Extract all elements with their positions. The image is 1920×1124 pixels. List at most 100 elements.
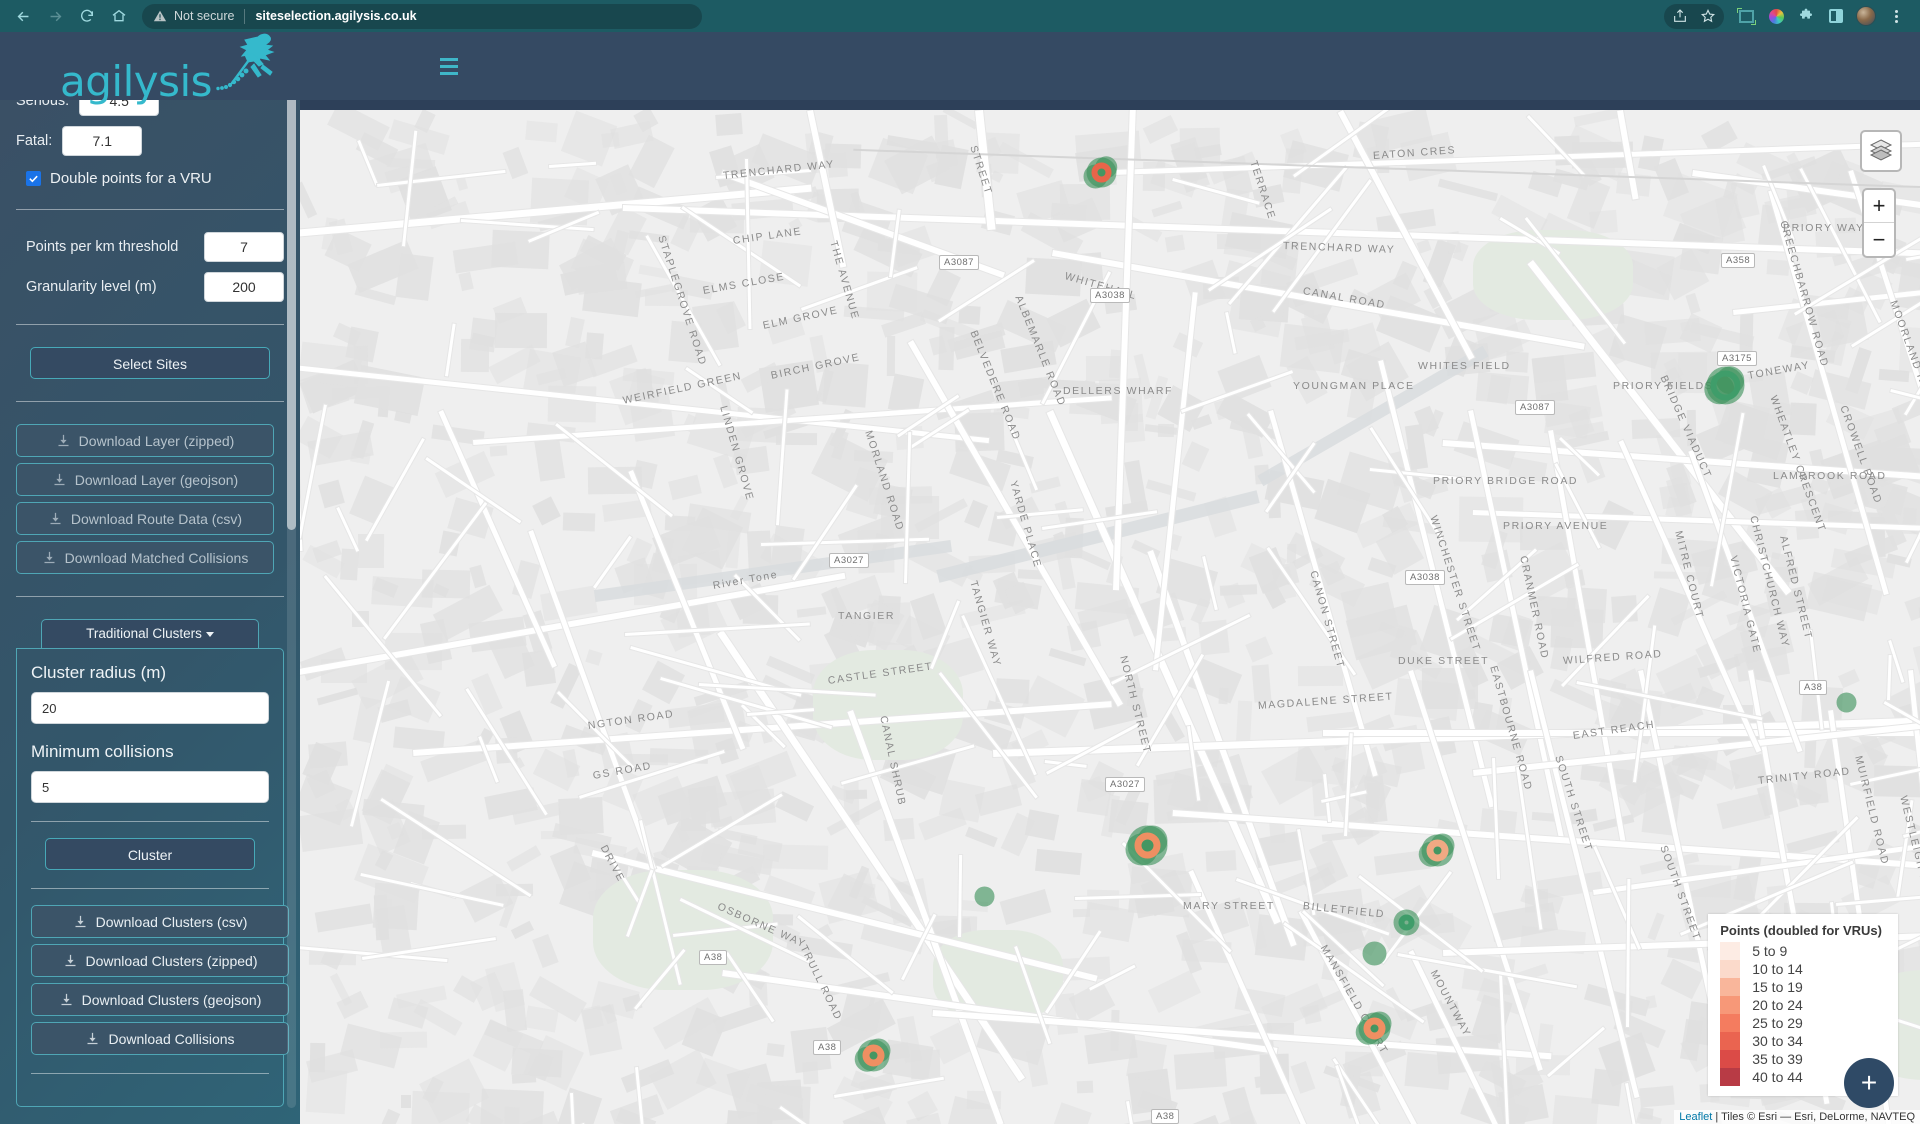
cluster-button[interactable]: Cluster xyxy=(45,838,255,870)
map-building xyxy=(845,790,868,800)
map-route-shield: A38 xyxy=(813,1040,842,1055)
cluster-type-dropdown[interactable]: Traditional Clusters xyxy=(41,619,259,649)
map-building xyxy=(1551,1094,1600,1124)
map-building xyxy=(374,1108,401,1124)
map-building xyxy=(1303,309,1315,318)
vru-checkbox[interactable] xyxy=(26,171,41,186)
map-building xyxy=(802,1061,819,1085)
map-building xyxy=(1661,958,1705,999)
profile-avatar[interactable] xyxy=(1852,3,1880,29)
minimum-collisions-label: Minimum collisions xyxy=(31,742,174,761)
map-building xyxy=(539,585,598,622)
map-road-label: PRIORY BRIDGE ROAD xyxy=(1433,475,1579,487)
points-threshold-input[interactable] xyxy=(204,232,284,262)
download-button-label: Download Layer (geojson) xyxy=(74,471,239,488)
screen-capture-icon[interactable] xyxy=(1732,3,1760,29)
cluster-settings-panel: Cluster radius (m) Minimum collisions Cl… xyxy=(16,648,289,1107)
layer-download-buttons: Download Layer (zipped) Download Layer (g… xyxy=(16,424,284,574)
attribution-text: | Tiles © Esri — Esri, DeLorme, NAVTEQ xyxy=(1712,1111,1915,1123)
vru-checkbox-row[interactable]: Double points for a VRU xyxy=(26,170,284,187)
map-building xyxy=(1269,822,1286,843)
map-building xyxy=(1904,593,1920,621)
reload-button[interactable] xyxy=(72,3,102,29)
legend-swatch xyxy=(1720,978,1741,996)
legend-swatch xyxy=(1720,942,1741,960)
hamburger-menu-icon[interactable] xyxy=(440,57,459,75)
color-wheel-icon[interactable] xyxy=(1762,3,1790,29)
browser-nav-buttons xyxy=(8,3,134,29)
download-button-1[interactable]: Download Layer (geojson) xyxy=(16,463,274,496)
map-road-label: PRIORY WAY xyxy=(1783,222,1865,234)
add-button[interactable]: + xyxy=(1844,1058,1894,1108)
map-cluster-marker[interactable] xyxy=(1393,909,1419,935)
map-building xyxy=(688,785,721,826)
map-building xyxy=(1679,232,1724,275)
address-bar[interactable]: Not secure siteselection.agilysis.co.uk xyxy=(142,3,702,29)
brand-logo[interactable]: agilysis xyxy=(60,31,292,102)
download-button-2[interactable]: Download Route Data (csv) xyxy=(16,502,274,535)
divider-2 xyxy=(16,324,284,325)
map-road-label: MAGDALENE STREET xyxy=(1257,690,1394,712)
map-cluster-marker[interactable] xyxy=(1355,1011,1391,1045)
download-button-1[interactable]: Download Clusters (zipped) xyxy=(31,944,289,977)
download-button-3[interactable]: Download Collisions xyxy=(31,1022,289,1055)
download-button-0[interactable]: Download Layer (zipped) xyxy=(16,424,274,457)
legend-swatch xyxy=(1720,1014,1741,1032)
map-building xyxy=(1142,114,1178,144)
map-container[interactable]: TRENCHARD WAY CHIP LANE STAPLEGROVE ROAD TH… xyxy=(291,110,1920,1124)
star-icon[interactable] xyxy=(1694,3,1722,29)
forward-button[interactable] xyxy=(40,3,70,29)
map-building xyxy=(1124,459,1147,507)
map-building xyxy=(886,335,896,376)
map-building xyxy=(1685,292,1701,314)
map-building xyxy=(1644,318,1701,346)
leaflet-link[interactable]: Leaflet xyxy=(1679,1111,1712,1123)
map-road xyxy=(1887,655,1892,701)
zoom-out-button[interactable]: − xyxy=(1864,223,1894,256)
map-cluster-marker[interactable] xyxy=(974,886,994,906)
back-button[interactable] xyxy=(8,3,38,29)
download-button-label: Download Layer (zipped) xyxy=(78,432,235,449)
map-cluster-marker[interactable] xyxy=(1083,155,1118,188)
minimum-collisions-input[interactable] xyxy=(31,771,269,803)
map-building xyxy=(1404,1052,1452,1090)
zoom-control[interactable]: + − xyxy=(1862,188,1896,258)
cluster-radius-input[interactable] xyxy=(31,692,269,724)
granularity-input[interactable] xyxy=(204,272,284,302)
map-building xyxy=(762,844,829,871)
browser-toolbar-right xyxy=(1664,3,1912,29)
zoom-in-button[interactable]: + xyxy=(1864,190,1894,223)
map-cluster-marker[interactable] xyxy=(1836,692,1856,712)
map-cluster-marker[interactable] xyxy=(1362,941,1386,965)
chevron-down-icon xyxy=(205,631,214,637)
map-building xyxy=(1251,664,1272,703)
map-building xyxy=(534,434,566,481)
side-panel-icon[interactable] xyxy=(1822,3,1850,29)
map-cluster-marker[interactable] xyxy=(1418,833,1454,867)
home-button[interactable] xyxy=(104,3,134,29)
sidebar-scrollbar-thumb[interactable] xyxy=(287,100,296,530)
layers-stack-icon xyxy=(1869,137,1893,166)
map-building xyxy=(882,1038,934,1081)
download-button-3[interactable]: Download Matched Collisions xyxy=(16,541,274,574)
map-building xyxy=(1164,235,1186,254)
marker-halo xyxy=(974,886,994,906)
layers-control[interactable] xyxy=(1860,130,1902,172)
running-horse-icon xyxy=(214,31,292,98)
marker-ring xyxy=(862,1044,884,1066)
download-button-2[interactable]: Download Clusters (geojson) xyxy=(31,983,289,1016)
kebab-menu-icon[interactable] xyxy=(1882,3,1910,29)
download-icon xyxy=(85,1031,100,1046)
map-cluster-marker[interactable] xyxy=(854,1038,890,1072)
download-button-0[interactable]: Download Clusters (csv) xyxy=(31,905,289,938)
map-cluster-marker[interactable] xyxy=(1703,365,1745,405)
map-route-shield: A38 xyxy=(699,950,728,965)
fatal-weight-input[interactable] xyxy=(62,126,143,156)
download-icon xyxy=(52,472,67,487)
share-icon[interactable] xyxy=(1666,3,1694,29)
select-sites-button[interactable]: Select Sites xyxy=(30,347,270,379)
marker-ring xyxy=(1398,914,1414,930)
puzzle-icon[interactable] xyxy=(1792,3,1820,29)
map-route-shield: A358 xyxy=(1721,253,1756,268)
map-cluster-marker[interactable] xyxy=(1125,825,1167,865)
